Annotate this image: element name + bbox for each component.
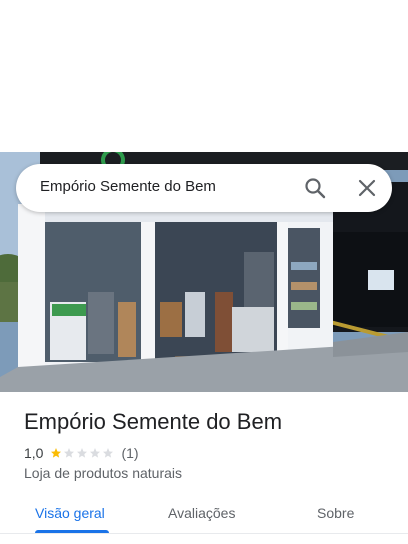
search-bar[interactable]: Empório Semente do Bem [16,164,392,212]
rating-value: 1,0 [24,445,44,461]
tab-reviews[interactable]: Avaliações [168,505,235,521]
star-rating [50,447,115,459]
review-count[interactable]: (1) [121,445,138,461]
star-icon-empty [90,448,101,458]
tab-about[interactable]: Sobre [317,505,354,521]
close-icon[interactable] [354,175,380,201]
tab-overview[interactable]: Visão geral [35,505,105,521]
place-title: Empório Semente do Bem [24,409,283,434]
star-icon-empty [64,448,75,458]
search-icon[interactable] [302,175,328,201]
blank-area [0,0,408,152]
star-icon-empty [77,448,88,458]
rating-row[interactable]: 1,0 (1) [24,445,139,461]
star-icon-empty [103,448,114,458]
star-icon-filled [51,448,62,458]
search-input[interactable]: Empório Semente do Bem [40,178,216,195]
place-category: Loja de produtos naturais [24,465,182,481]
tabs-divider [0,533,408,534]
